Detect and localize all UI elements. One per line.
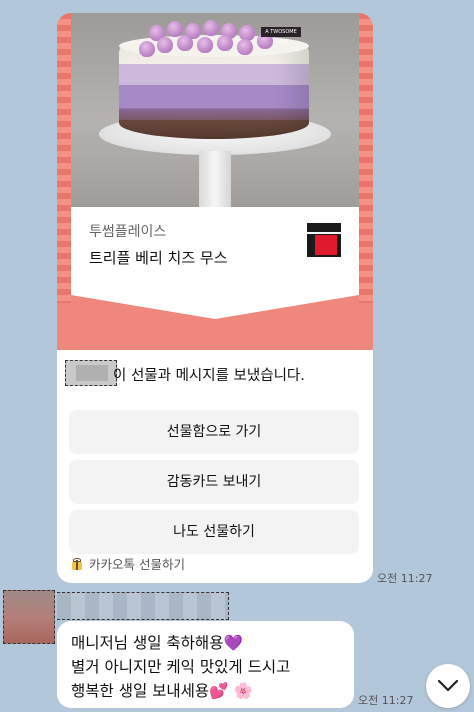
brand-name: 투썸플레이스: [89, 224, 167, 240]
cream-dollop: [167, 21, 183, 37]
message-text: 행복한 생일 보내세용: [71, 682, 210, 700]
cream-dollop: [157, 37, 173, 53]
product-image[interactable]: A TWOSOME PLACE: [71, 13, 359, 207]
kakao-gift-footer[interactable]: 카카오톡 선물하기: [71, 554, 185, 573]
gift-sent-text: 이 선물과 메시지를 보냈습니다.: [113, 368, 305, 384]
cake-body: [119, 43, 309, 139]
cream-dollop: [177, 35, 193, 51]
message-timestamp: 오전 11:27: [377, 572, 433, 585]
message-line: 매니저님 생일 축하해용💜: [71, 631, 340, 655]
wrap-pattern-right: [359, 13, 373, 303]
product-name: 트리플 베리 치즈 무스: [89, 249, 228, 267]
chat-message-bubble[interactable]: 매니저님 생일 축하해용💜 별거 아니지만 케익 맛있게 드시고 행복한 생일 …: [57, 621, 354, 708]
two-hearts-icon: 💕: [209, 682, 229, 700]
gift-too-button[interactable]: 나도 선물하기: [69, 510, 359, 554]
cream-dollop: [217, 35, 233, 51]
sender-name-redacted: [65, 360, 117, 386]
sender-name-redacted: [57, 592, 229, 620]
cake-topper-label: A TWOSOME PLACE: [261, 27, 301, 45]
cream-dollop: [237, 39, 253, 55]
purple-heart-icon: 💜: [223, 634, 243, 652]
product-info-panel[interactable]: 투썸플레이스 트리플 베리 치즈 무스: [71, 207, 359, 319]
wrap-pattern-left: [57, 13, 71, 303]
message-timestamp: 오전 11:27: [358, 694, 414, 707]
gift-icon: [71, 557, 83, 570]
cream-dollop: [139, 41, 155, 57]
brand-logo-icon: [307, 223, 341, 257]
footer-label: 카카오톡 선물하기: [89, 557, 185, 572]
message-line: 행복한 생일 보내세용💕 🌸: [71, 679, 340, 703]
message-text: 별거 아니지만 케익 맛있게 드시고: [71, 658, 291, 676]
go-to-giftbox-button[interactable]: 선물함으로 가기: [69, 410, 359, 454]
send-card-button[interactable]: 감동카드 보내기: [69, 460, 359, 504]
message-line: 별거 아니지만 케익 맛있게 드시고: [71, 655, 340, 679]
gift-message-card[interactable]: A TWOSOME PLACE 투썸플레이스 트리플 베리 치즈 무스 이 선물…: [57, 13, 373, 583]
cream-dollop: [197, 37, 213, 53]
message-text: 매니저님 생일 축하해용: [71, 634, 224, 652]
avatar[interactable]: [3, 590, 55, 644]
chevron-down-icon: [437, 679, 459, 692]
cake-stand-stem: [199, 151, 231, 207]
cream-dollop: [203, 20, 219, 36]
cherry-blossom-icon: 🌸: [233, 682, 253, 700]
gift-hero-banner: A TWOSOME PLACE 투썸플레이스 트리플 베리 치즈 무스: [57, 13, 373, 350]
scroll-down-button[interactable]: [426, 664, 470, 708]
